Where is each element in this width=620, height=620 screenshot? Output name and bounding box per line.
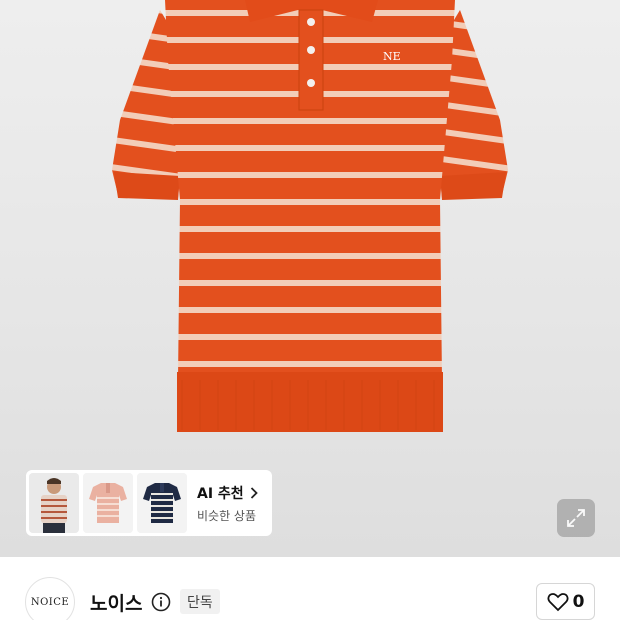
product-image-area[interactable]: NE AI 추천 비슷한 상품 xyxy=(0,0,620,557)
ai-recommend-subtitle: 비슷한 상품 xyxy=(197,508,257,523)
ai-recommend-text: AI 추천 비슷한 상품 xyxy=(197,483,258,524)
heart-icon xyxy=(547,592,569,611)
exclusive-badge: 단독 xyxy=(180,589,220,614)
ai-thumbnail[interactable] xyxy=(83,473,133,533)
expand-image-button[interactable] xyxy=(557,499,595,537)
like-count: 0 xyxy=(572,591,585,612)
ai-thumbnail[interactable] xyxy=(29,473,79,533)
ai-recommend-title-label: AI 추천 xyxy=(197,485,244,502)
info-icon[interactable] xyxy=(151,592,171,612)
like-button[interactable]: 0 xyxy=(536,583,595,620)
expand-icon xyxy=(567,509,585,527)
chevron-right-icon xyxy=(250,486,258,499)
brand-logo[interactable]: NOICE xyxy=(25,577,75,620)
ai-thumbnail[interactable] xyxy=(137,473,187,533)
product-detail-screen: NE AI 추천 비슷한 상품 NOICE 노이스 단독 0 xyxy=(0,0,620,620)
svg-text:NE: NE xyxy=(383,50,401,63)
brand-name[interactable]: 노이스 xyxy=(90,589,142,616)
ai-recommend-title: AI 추천 xyxy=(197,483,258,503)
ai-recommend-card[interactable]: AI 추천 비슷한 상품 xyxy=(26,470,272,536)
